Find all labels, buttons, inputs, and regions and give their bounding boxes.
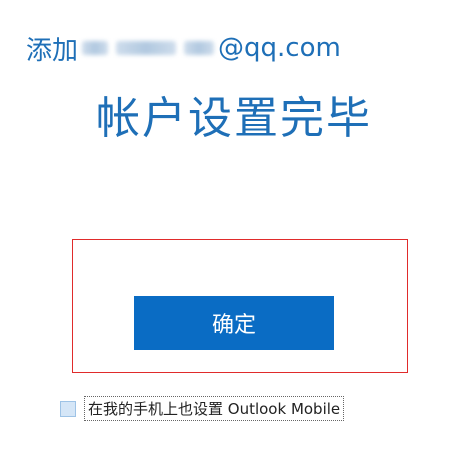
added-account-line: 添加 @qq.com [26,28,341,68]
setup-mobile-option[interactable]: 在我的手机上也设置 Outlook Mobile [60,396,345,421]
ok-button[interactable]: 确定 [134,296,334,350]
redacted-email-part [116,41,177,55]
redacted-email-part [184,41,215,55]
setup-mobile-label[interactable]: 在我的手机上也设置 Outlook Mobile [84,396,345,421]
page-title: 帐户设置完毕 [96,93,372,144]
setup-mobile-checkbox[interactable] [60,400,76,417]
email-suffix: @qq.com [218,33,341,63]
redacted-email-part [82,41,109,55]
add-prefix: 添加 [26,35,79,66]
